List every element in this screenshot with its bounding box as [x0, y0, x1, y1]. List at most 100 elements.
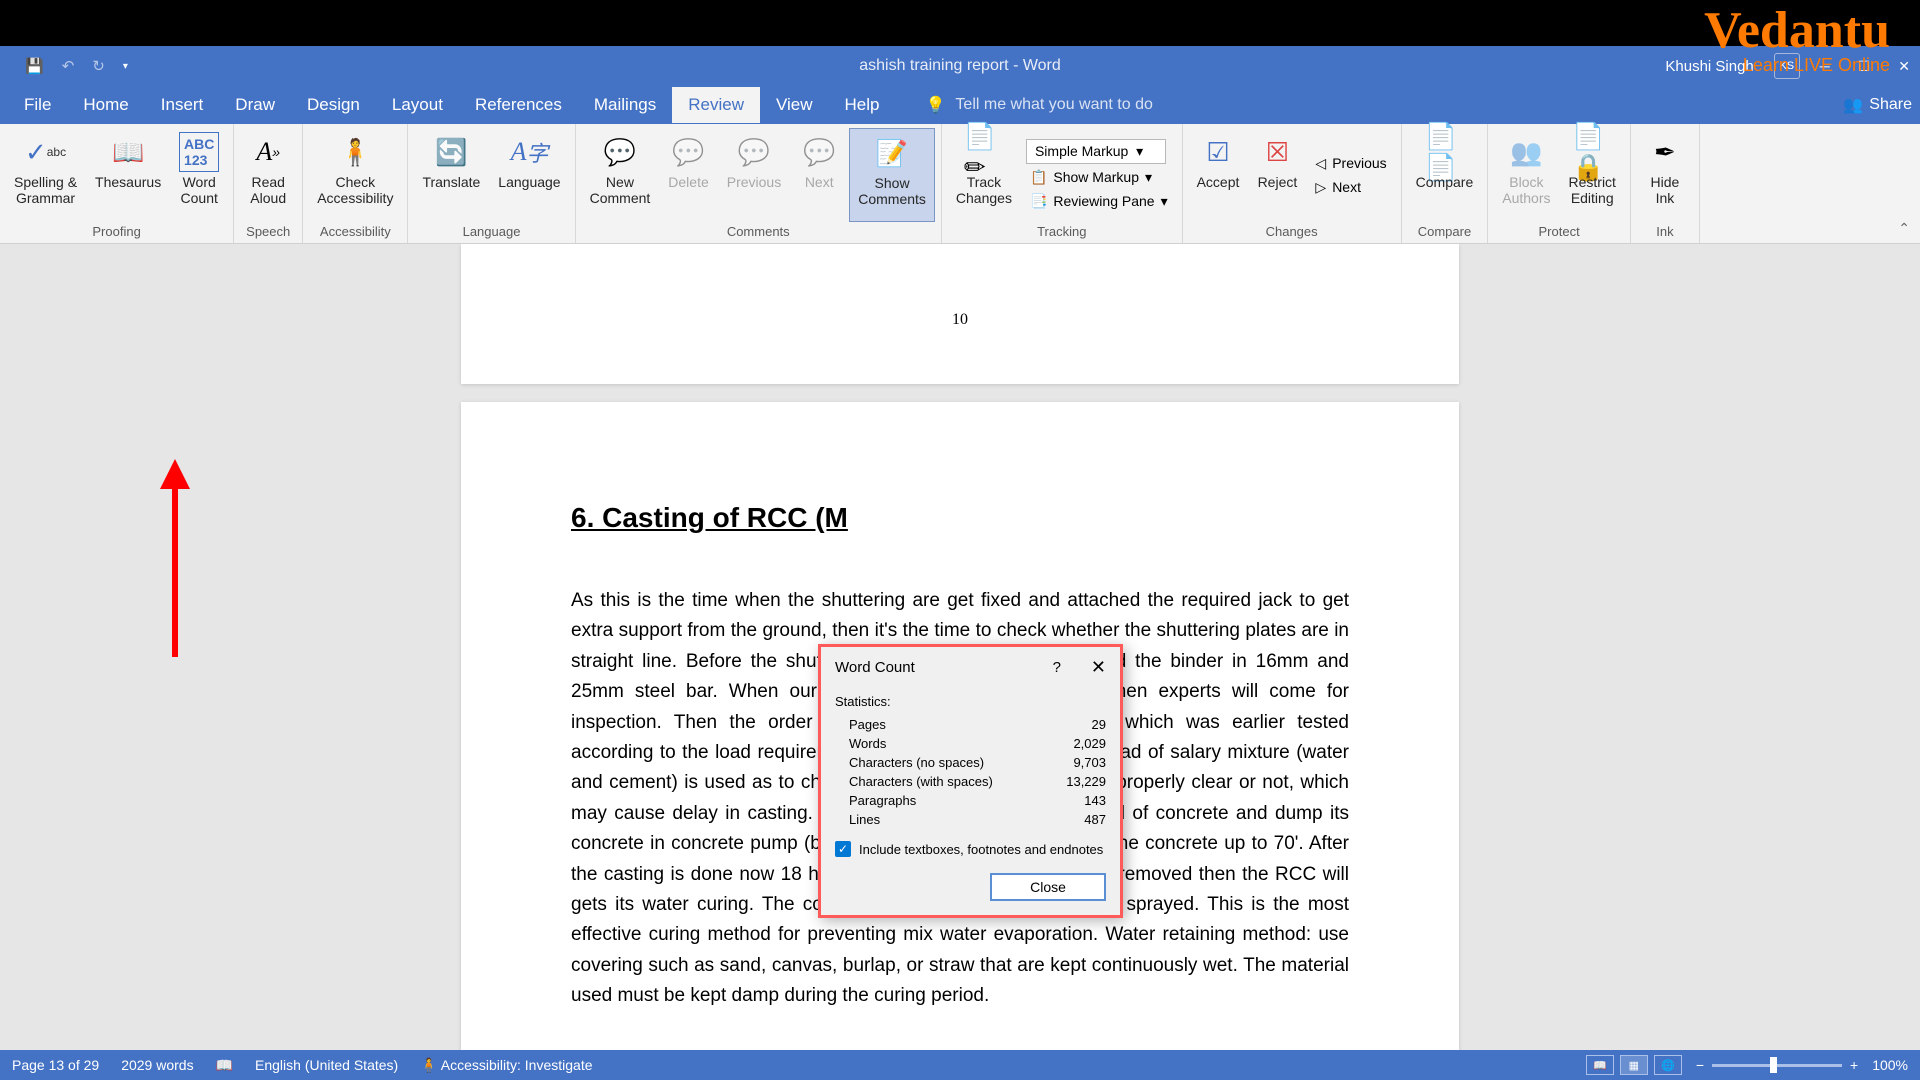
- stat-chars-no-spaces: Characters (no spaces)9,703: [835, 753, 1106, 772]
- tab-home[interactable]: Home: [67, 87, 144, 123]
- new-comment-button[interactable]: 💬New Comment: [582, 128, 659, 222]
- group-label-changes: Changes: [1189, 222, 1395, 241]
- translate-button[interactable]: 🔄Translate: [414, 128, 488, 222]
- tab-design[interactable]: Design: [291, 87, 376, 123]
- stat-chars-with-spaces: Characters (with spaces)13,229: [835, 772, 1106, 791]
- spelling-grammar-button[interactable]: ✓abcSpelling & Grammar: [6, 128, 85, 222]
- group-label-language: Language: [414, 222, 568, 241]
- reject-icon: ☒: [1257, 132, 1297, 172]
- share-icon: 👥: [1843, 95, 1863, 115]
- share-button[interactable]: 👥 Share: [1843, 95, 1912, 115]
- track-changes-icon: 📄✏: [964, 132, 1004, 172]
- statistics-label: Statistics:: [835, 694, 1106, 709]
- thesaurus-button[interactable]: 📖Thesaurus: [87, 128, 169, 222]
- previous-comment-button[interactable]: 💬Previous: [719, 128, 789, 222]
- status-spellcheck-icon[interactable]: 📖: [216, 1057, 233, 1074]
- tab-view[interactable]: View: [760, 87, 829, 123]
- group-label-protect: Protect: [1494, 222, 1624, 241]
- zoom-out-icon[interactable]: −: [1696, 1057, 1704, 1073]
- tab-draw[interactable]: Draw: [219, 87, 291, 123]
- word-count-dialog: Word Count ? ✕ Statistics: Pages29 Words…: [818, 644, 1123, 918]
- next-comment-button[interactable]: 💬Next: [791, 128, 847, 222]
- tab-help[interactable]: Help: [829, 87, 896, 123]
- group-label-compare: Compare: [1408, 222, 1482, 241]
- save-icon[interactable]: 💾: [25, 57, 44, 75]
- status-words[interactable]: 2029 words: [121, 1057, 193, 1073]
- delete-comment-button[interactable]: 💬Delete: [660, 128, 716, 222]
- status-page[interactable]: Page 13 of 29: [12, 1057, 99, 1073]
- lightbulb-icon: 💡: [926, 95, 946, 115]
- delete-comment-icon: 💬: [669, 132, 709, 172]
- restrict-icon: 📄🔒: [1572, 132, 1612, 172]
- compare-button[interactable]: 📄📄Compare: [1408, 128, 1482, 222]
- status-bar: Page 13 of 29 2029 words 📖 English (Unit…: [0, 1050, 1920, 1080]
- show-markup-button[interactable]: 📋 Show Markup ▾: [1026, 167, 1172, 188]
- dialog-title: Word Count: [835, 659, 1053, 676]
- stat-words: Words2,029: [835, 734, 1106, 753]
- ribbon-tabs: File Home Insert Draw Design Layout Refe…: [0, 86, 1920, 124]
- read-aloud-button[interactable]: A»Read Aloud: [240, 128, 296, 222]
- tell-me-search[interactable]: 💡 Tell me what you want to do: [926, 95, 1153, 115]
- group-label-tracking: Tracking: [948, 222, 1176, 241]
- reject-button[interactable]: ☒Reject: [1249, 128, 1305, 222]
- document-area[interactable]: 10 6. Casting of RCC (M As this is the t…: [0, 244, 1920, 1050]
- restrict-editing-button[interactable]: 📄🔒Restrict Editing: [1561, 128, 1624, 222]
- zoom-slider[interactable]: − +: [1696, 1057, 1858, 1073]
- print-layout-icon[interactable]: ▦: [1620, 1055, 1648, 1075]
- track-changes-button[interactable]: 📄✏Track Changes: [948, 128, 1020, 222]
- web-layout-icon[interactable]: 🌐: [1654, 1055, 1682, 1075]
- title-bar: 💾 ↶ ↻ ▾ ashish training report - Word Kh…: [0, 46, 1920, 86]
- word-count-button[interactable]: ABC123Word Count: [171, 128, 227, 222]
- undo-icon[interactable]: ↶: [62, 57, 75, 75]
- page-number: 10: [952, 311, 968, 329]
- block-authors-button: 👥Block Authors: [1494, 128, 1558, 222]
- group-label-comments: Comments: [582, 222, 935, 241]
- qat-customize-icon[interactable]: ▾: [123, 61, 128, 72]
- status-language[interactable]: English (United States): [255, 1057, 398, 1073]
- prev-comment-icon: 💬: [734, 132, 774, 172]
- read-mode-icon[interactable]: 📖: [1586, 1055, 1614, 1075]
- dialog-close-button[interactable]: Close: [990, 873, 1106, 901]
- markup-dropdown[interactable]: Simple Markup ▾: [1026, 139, 1166, 164]
- group-label-accessibility: Accessibility: [309, 222, 401, 241]
- annotation-arrow: [170, 459, 190, 659]
- reviewing-pane-button[interactable]: 📑 Reviewing Pane ▾: [1026, 191, 1172, 212]
- zoom-in-icon[interactable]: +: [1850, 1057, 1858, 1073]
- tab-review[interactable]: Review: [672, 87, 760, 123]
- zoom-level[interactable]: 100%: [1872, 1057, 1908, 1073]
- hide-ink-icon: ✒: [1645, 132, 1685, 172]
- tab-file[interactable]: File: [8, 87, 67, 123]
- document-heading: 6. Casting of RCC (M: [571, 502, 1349, 534]
- checkbox-checked-icon: ✓: [835, 841, 851, 857]
- previous-change-button[interactable]: ◁ Previous: [1311, 153, 1390, 174]
- include-textboxes-checkbox[interactable]: ✓ Include textboxes, footnotes and endno…: [835, 841, 1106, 857]
- ribbon: ✓abcSpelling & Grammar 📖Thesaurus ABC123…: [0, 124, 1920, 244]
- next-change-button[interactable]: ▷ Next: [1311, 177, 1390, 198]
- read-aloud-icon: A»: [248, 132, 288, 172]
- accessibility-icon: 🧍: [335, 132, 375, 172]
- tab-references[interactable]: References: [459, 87, 578, 123]
- accept-button[interactable]: ☑Accept: [1189, 128, 1248, 222]
- tab-layout[interactable]: Layout: [376, 87, 459, 123]
- next-comment-icon: 💬: [799, 132, 839, 172]
- hide-ink-button[interactable]: ✒Hide Ink: [1637, 128, 1693, 222]
- word-count-icon: ABC123: [179, 132, 219, 172]
- accept-icon: ☑: [1198, 132, 1238, 172]
- show-comments-button[interactable]: 📝Show Comments: [849, 128, 935, 222]
- dialog-help-icon[interactable]: ?: [1053, 659, 1061, 676]
- check-accessibility-button[interactable]: 🧍Check Accessibility: [309, 128, 401, 222]
- tab-mailings[interactable]: Mailings: [578, 87, 672, 123]
- compare-icon: 📄📄: [1424, 132, 1464, 172]
- language-button[interactable]: A字Language: [490, 128, 568, 222]
- redo-icon[interactable]: ↻: [92, 57, 105, 75]
- thesaurus-icon: 📖: [108, 132, 148, 172]
- page-previous: 10: [461, 244, 1459, 384]
- tab-insert[interactable]: Insert: [145, 87, 220, 123]
- dialog-close-icon[interactable]: ✕: [1091, 657, 1106, 678]
- stat-paragraphs: Paragraphs143: [835, 791, 1106, 810]
- new-comment-icon: 💬: [600, 132, 640, 172]
- collapse-ribbon-icon[interactable]: ⌃: [1898, 220, 1910, 237]
- status-accessibility[interactable]: 🧍 Accessibility: Investigate: [420, 1057, 592, 1074]
- block-authors-icon: 👥: [1506, 132, 1546, 172]
- close-window-icon[interactable]: ✕: [1898, 58, 1910, 75]
